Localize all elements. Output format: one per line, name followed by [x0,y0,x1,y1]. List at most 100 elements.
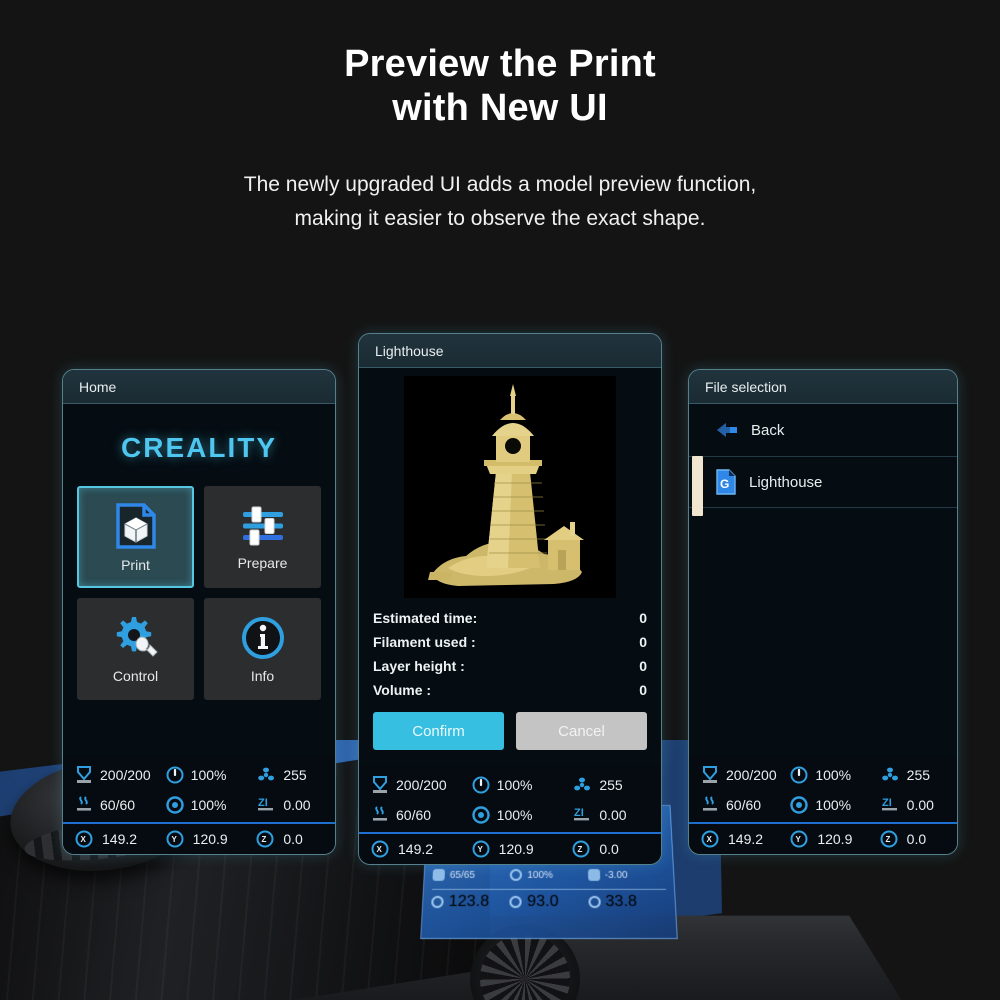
file-screen-body: Back G Lighthouse [689,404,957,756]
info-label: Estimated time: [373,610,478,626]
back-button-label: Back [751,421,785,439]
status-zoffset: ZI 0.00 [868,795,957,815]
status-zoffset-value: 0.00 [599,807,627,823]
status-zoffset: ZI 0.00 [244,795,335,815]
page-subtitle: The newly upgraded UI adds a model previ… [0,168,1000,236]
coord-x-value: 149.2 [398,841,434,857]
file-selection-screen-panel: File selection Back G Lighthouse 200/200… [688,369,958,855]
status-fan-value: 255 [906,767,931,783]
printer-screen-value: 100% [527,869,553,881]
flow-rate-icon [510,869,523,881]
y-axis-icon [509,895,523,908]
coord-z-value: 0.0 [283,831,303,847]
tile-control[interactable]: Control [77,598,194,700]
printer-screen-value: -3.00 [604,869,628,881]
coord-x-value: 149.2 [728,831,764,847]
creality-logo: CREALITY [121,432,277,463]
z-offset-icon: ZI [880,795,900,815]
preview-screen-body: Estimated time: 0 Filament used : 0 Laye… [359,368,661,766]
coord-y-value: 120.9 [498,841,534,857]
svg-text:Y: Y [796,835,802,844]
print-file-cube-icon [114,502,158,550]
status-speed: 100% [460,776,561,794]
info-value: 0 [639,610,647,626]
svg-text:G: G [720,477,729,491]
coord-x-value: 149.2 [102,831,138,847]
info-row: Layer height : 0 [373,654,647,678]
nozzle-icon [371,775,389,795]
coord-x: X 149.2 [63,830,154,848]
status-flow-value: 100% [190,797,227,813]
coord-y: Y 120.9 [778,830,867,848]
status-bed: 60/60 [63,795,154,815]
coord-x: X 149.2 [689,830,778,848]
status-fan: 255 [868,766,957,784]
sliders-icon [239,504,287,548]
y-axis-icon: Y [472,840,490,858]
info-circle-icon [240,615,286,661]
home-screen-panel: Home CREALITY Print Prepare Control Info… [62,369,336,855]
cancel-button[interactable]: Cancel [516,712,647,750]
svg-text:Z: Z [578,845,583,854]
coord-z-value: 0.0 [599,841,619,857]
status-flow: 100% [154,796,245,814]
coord-z: Z 0.0 [244,830,335,848]
preview-coordinate-bar: X 149.2 Y 120.9 Z 0.0 [359,832,661,864]
tile-info-label: Info [250,667,275,684]
tile-prepare[interactable]: Prepare [204,486,321,588]
x-axis-icon: X [371,840,389,858]
info-label: Filament used : [373,634,476,650]
x-axis-icon: X [75,830,93,848]
status-zoffset-value: 0.00 [283,797,311,813]
coord-y: Y 120.9 [154,830,245,848]
preview-screen-panel: Lighthouse Estimated time: 0 Filament us… [358,333,662,865]
svg-text:Z: Z [885,835,890,844]
fan-icon [572,776,592,794]
svg-text:ZI: ZI [882,797,892,809]
preview-status-bars: 200/200 100% 255 60/60 100% ZI 0.00 [359,766,661,832]
home-status-bars: 200/200 100% 255 60/60 100% ZI 0.00 [63,756,335,822]
gcode-file-icon: G [715,469,737,495]
preview-screen-title-bar: Lighthouse [359,334,661,368]
z-axis-icon: Z [880,830,898,848]
file-status-bars: 200/200 100% 255 60/60 100% ZI 0.00 [689,756,957,822]
file-list: Back G Lighthouse [689,404,957,516]
info-value: 0 [639,682,647,698]
status-nozzle: 200/200 [689,765,778,785]
printer-screen-coord-row: 123.8 93.0 33.8 [430,888,668,914]
tile-print[interactable]: Print [77,486,194,588]
status-fan: 255 [560,776,661,794]
status-flow-value: 100% [496,807,533,823]
status-speed: 100% [778,766,867,784]
printer-screen-coord: 123.8 [448,892,490,910]
tile-print-label: Print [121,556,150,573]
gear-wrench-icon [112,615,160,661]
status-flow: 100% [778,796,867,814]
tile-info[interactable]: Info [204,598,321,700]
y-axis-icon: Y [790,830,808,848]
z-offset-icon: ZI [256,795,276,815]
confirm-button[interactable]: Confirm [373,712,504,750]
page-title-line-2: with New UI [392,87,608,130]
file-item-lighthouse[interactable]: G Lighthouse [689,456,957,508]
info-value: 0 [639,658,647,674]
status-fan: 255 [244,766,335,784]
flow-rate-icon [471,806,490,824]
info-value: 0 [639,634,647,650]
status-bed: 60/60 [359,805,460,825]
heated-bed-icon [371,805,389,825]
status-row-1: 200/200 100% 255 [63,760,335,790]
coord-x: X 149.2 [359,840,460,858]
back-button[interactable]: Back [689,404,957,456]
printer-screen-status-row-2: 65/65 100% -3.00 [432,863,666,887]
printer-screen-coord: 93.0 [526,892,559,910]
z-axis-icon: Z [256,830,274,848]
y-axis-icon: Y [166,830,184,848]
page-subtitle-line-1: The newly upgraded UI adds a model previ… [243,173,757,196]
scrollbar-thumb[interactable] [692,456,703,516]
speed-gauge-icon [790,766,808,784]
status-row-1: 200/200 100% 255 [689,760,957,790]
home-screen-title: Home [79,378,117,395]
z-offset-icon [587,869,600,881]
coord-y-value: 120.9 [192,831,228,847]
